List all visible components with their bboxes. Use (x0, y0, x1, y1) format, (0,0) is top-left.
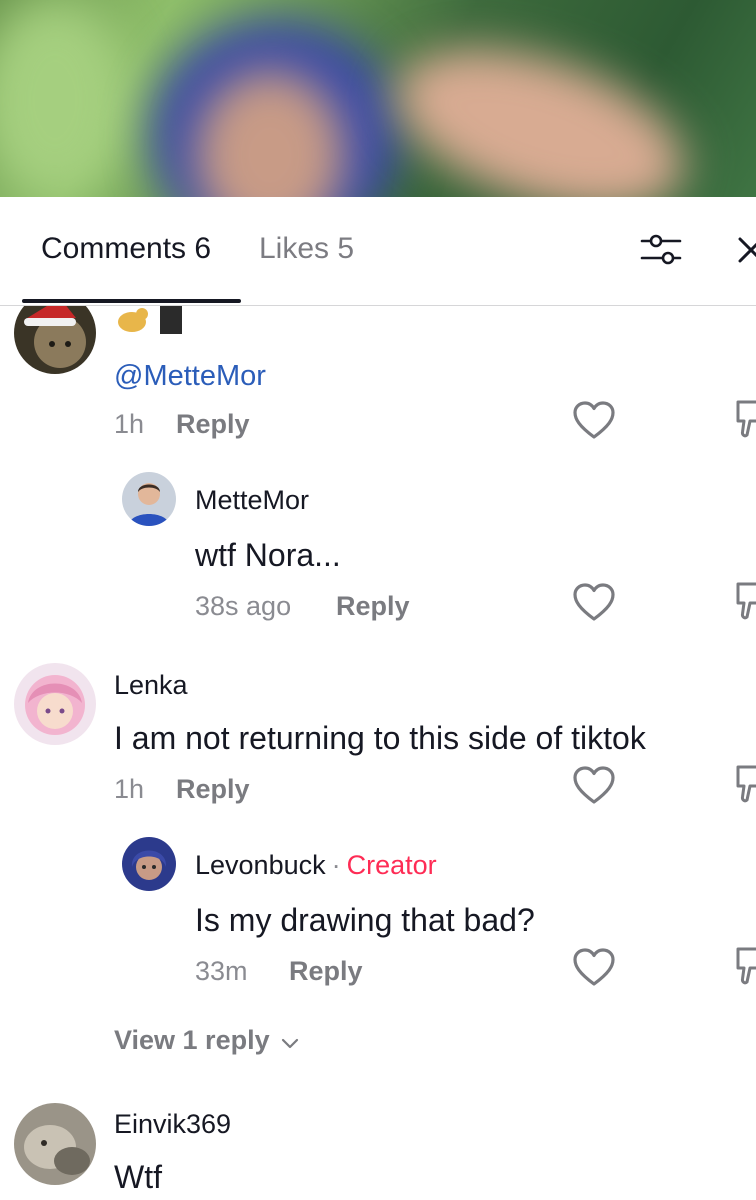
comment-text: I am not returning to this side of tikto… (114, 720, 646, 756)
tab-likes[interactable]: Likes 5 (259, 229, 354, 269)
reply-button[interactable]: Reply (176, 407, 250, 441)
thumbs-down-outline-icon[interactable] (734, 946, 756, 988)
reply-button[interactable]: Reply (176, 772, 250, 806)
avatar[interactable] (14, 306, 96, 374)
reply-timestamp: 33m (195, 956, 248, 986)
view-replies-button[interactable]: View 1 reply (114, 1023, 299, 1057)
reply-username[interactable]: Levonbuck (195, 850, 326, 880)
thumbs-down-outline-icon[interactable] (734, 399, 756, 441)
sliders-icon[interactable] (640, 233, 682, 267)
comment-username[interactable]: Einvik369 (114, 1107, 231, 1141)
heart-outline-icon[interactable] (573, 948, 615, 988)
reply-text: Is my drawing that bad? (195, 902, 535, 938)
avatar[interactable] (122, 472, 176, 526)
view-replies-label: View 1 reply (114, 1025, 270, 1055)
heart-outline-icon[interactable] (573, 583, 615, 623)
close-icon[interactable] (736, 235, 756, 265)
active-tab-indicator (22, 299, 241, 303)
video-blur-foliage (0, 0, 130, 197)
creator-badge: Creator (346, 850, 437, 880)
comment-username[interactable]: Lenka (114, 668, 188, 702)
comments-tabs-header: Comments 6 Likes 5 (0, 197, 756, 306)
thumbs-down-outline-icon[interactable] (734, 581, 756, 623)
heart-outline-icon[interactable] (573, 766, 615, 806)
tab-comments[interactable]: Comments 6 (41, 229, 211, 269)
emoji-sticker (114, 306, 184, 336)
avatar[interactable] (14, 1103, 96, 1185)
reply-button[interactable]: Reply (289, 954, 363, 988)
video-preview[interactable] (0, 0, 756, 197)
comment-timestamp: 1h (114, 774, 145, 804)
heart-outline-icon[interactable] (573, 401, 615, 441)
comments-list: @MetteMor 1h Reply MetteMor wtf Nora... … (0, 306, 756, 1200)
reply-button[interactable]: Reply (336, 589, 410, 623)
reply-username-row: Levonbuck · Creator (195, 848, 437, 882)
mention-link[interactable]: @MetteMor (114, 360, 266, 392)
comment-text: Wtf (114, 1159, 162, 1195)
reply-username[interactable]: MetteMor (195, 483, 309, 517)
reply-text: wtf Nora... (195, 537, 341, 573)
reply-timestamp: 38s ago (195, 591, 292, 621)
avatar[interactable] (122, 837, 176, 891)
thumbs-down-outline-icon[interactable] (734, 764, 756, 806)
comment-timestamp: 1h (114, 409, 145, 439)
creator-separator: · (331, 850, 341, 880)
video-blur-arm (375, 17, 705, 197)
comment-mention[interactable]: @MetteMor (114, 356, 266, 396)
avatar[interactable] (14, 663, 96, 745)
chevron-down-icon (282, 1038, 299, 1049)
comments-panel: Comments 6 Likes 5 @MetteMor 1h Reply Me… (0, 197, 756, 1200)
